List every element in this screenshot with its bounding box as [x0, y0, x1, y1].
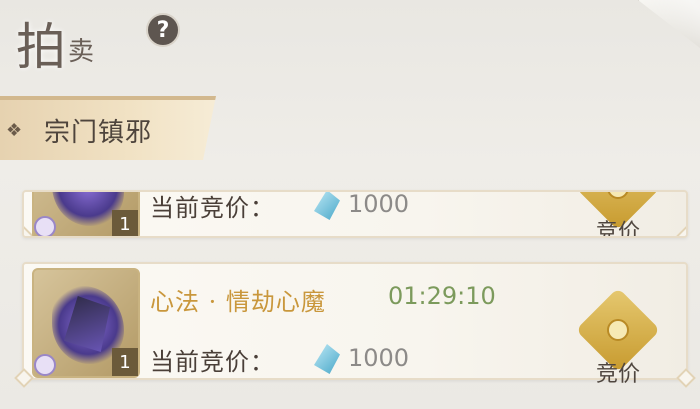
item-icon[interactable]: 1	[32, 192, 140, 236]
item-count: 1	[112, 210, 138, 236]
auction-timer: 01:29:10	[388, 282, 496, 310]
item-rarity-badge	[34, 216, 56, 236]
price-value: 1000	[348, 344, 410, 372]
coin-icon	[607, 192, 629, 199]
bid-label: 竞价	[595, 220, 640, 238]
item-count: 1	[112, 348, 138, 376]
coin-icon	[607, 319, 629, 341]
page-title: 拍 卖	[16, 2, 94, 72]
gem-icon	[314, 192, 340, 220]
category-banner[interactable]: ❖ 宗门镇邪	[0, 96, 216, 160]
item-name: 心法 · 情劫心魔	[150, 288, 326, 316]
auction-item-1[interactable]: 1 当前竞价： 1000 竞价	[22, 190, 688, 238]
category-label: 宗门镇邪	[44, 118, 153, 148]
title-sub-char: 卖	[68, 37, 95, 67]
page-corner-fold	[638, 0, 700, 48]
price-label: 当前竞价：	[150, 348, 275, 376]
item-icon[interactable]: 1	[32, 268, 140, 378]
bid-label: 竞价	[595, 362, 640, 387]
price-label: 当前竞价：	[150, 194, 275, 222]
price-value: 1000	[348, 190, 410, 218]
diamond-icon: ❖	[6, 120, 23, 141]
gem-icon	[314, 344, 340, 374]
title-main-char: 拍	[16, 18, 66, 76]
bid-button[interactable]: 竞价	[575, 192, 661, 238]
help-button[interactable]: ?	[146, 13, 180, 47]
item-rarity-badge	[34, 354, 56, 376]
auction-item-2[interactable]: 1 心法 · 情劫心魔 01:29:10 当前竞价： 1000 竞价	[22, 262, 688, 387]
bid-button[interactable]: 竞价	[575, 287, 661, 388]
